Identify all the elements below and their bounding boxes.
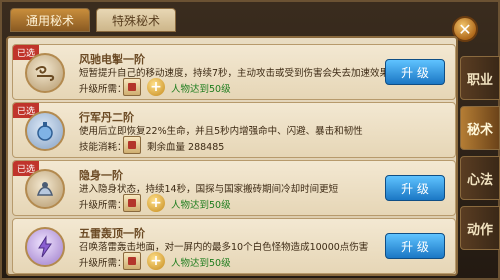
stealth-icon[interactable]: [25, 169, 65, 209]
plus-icon[interactable]: +: [147, 194, 165, 212]
skill-row: 已选 隐身一阶 进入隐身状态，持续14秒，国探与国家搬砖期间冷却时间更短 升级所…: [12, 160, 456, 216]
tab-special-skills[interactable]: 特殊秘术: [96, 8, 176, 32]
side-tab-actions[interactable]: 动作: [460, 206, 500, 250]
requirement-label: 升级所需：: [79, 84, 127, 95]
close-icon: ✕: [458, 19, 472, 39]
potion-icon[interactable]: [25, 111, 65, 151]
side-menu: 职业 秘术 心法 动作: [460, 56, 500, 250]
requirement-text: 人物达到50级: [171, 84, 231, 95]
stealth-icon-graphic: [36, 182, 54, 196]
potion-icon-graphic: [37, 122, 53, 141]
remaining-hp-text: 剩余血量 288485: [147, 142, 225, 153]
skill-description: 进入隐身状态，持续14秒，国探与国家搬砖期间冷却时间更短: [79, 184, 339, 195]
plus-icon[interactable]: +: [147, 252, 165, 270]
scroll-item-icon[interactable]: [123, 194, 141, 212]
requirement-label: 技能消耗：: [79, 142, 127, 153]
wind-icon-graphic: [35, 66, 55, 81]
tab-bar: 通用秘术 特殊秘术: [10, 8, 176, 34]
skill-description: 使用后立即恢复22%生命，并且5秒内增强命中、闪避、暴击和韧性: [79, 126, 363, 137]
skill-description: 短暂提升自己的移动速度，持续7秒，主动攻击或受到伤害会失去加速效果: [79, 68, 390, 79]
requirement-label: 升级所需：: [79, 258, 127, 269]
skills-panel: 已选 风驰电掣一阶 短暂提升自己的移动速度，持续7秒，主动攻击或受到伤害会失去加…: [6, 36, 458, 276]
scroll-item-icon[interactable]: [123, 136, 141, 154]
side-tab-secret-arts[interactable]: 秘术: [460, 106, 500, 150]
upgrade-button[interactable]: 升 级: [385, 175, 445, 201]
upgrade-button[interactable]: 升 级: [385, 59, 445, 85]
upgrade-button[interactable]: 升 级: [385, 233, 445, 259]
tab-general-skills[interactable]: 通用秘术: [10, 8, 90, 32]
skill-row: 已选 风驰电掣一阶 短暂提升自己的移动速度，持续7秒，主动攻击或受到伤害会失去加…: [12, 44, 456, 100]
scroll-item-icon[interactable]: [123, 252, 141, 270]
thunder-icon-graphic: [38, 235, 52, 258]
scroll-item-icon[interactable]: [123, 78, 141, 96]
requirement-text: 人物达到50级: [171, 258, 231, 269]
side-tab-mind-method[interactable]: 心法: [460, 156, 500, 200]
requirement-text: 人物达到50级: [171, 200, 231, 211]
plus-icon[interactable]: +: [147, 78, 165, 96]
skill-row: 已选 行军丹二阶 使用后立即恢复22%生命，并且5秒内增强命中、闪避、暴击和韧性…: [12, 102, 456, 158]
side-tab-profession[interactable]: 职业: [460, 56, 500, 100]
skill-row: 五雷轰顶一阶 召唤落雷轰击地面，对一屏内的最多10个白色怪物造成10000点伤害…: [12, 218, 456, 274]
requirement-label: 升级所需：: [79, 200, 127, 211]
wind-icon[interactable]: [25, 53, 65, 93]
skill-description: 召唤落雷轰击地面，对一屏内的最多10个白色怪物造成10000点伤害: [79, 242, 369, 253]
thunder-icon[interactable]: [25, 227, 65, 267]
